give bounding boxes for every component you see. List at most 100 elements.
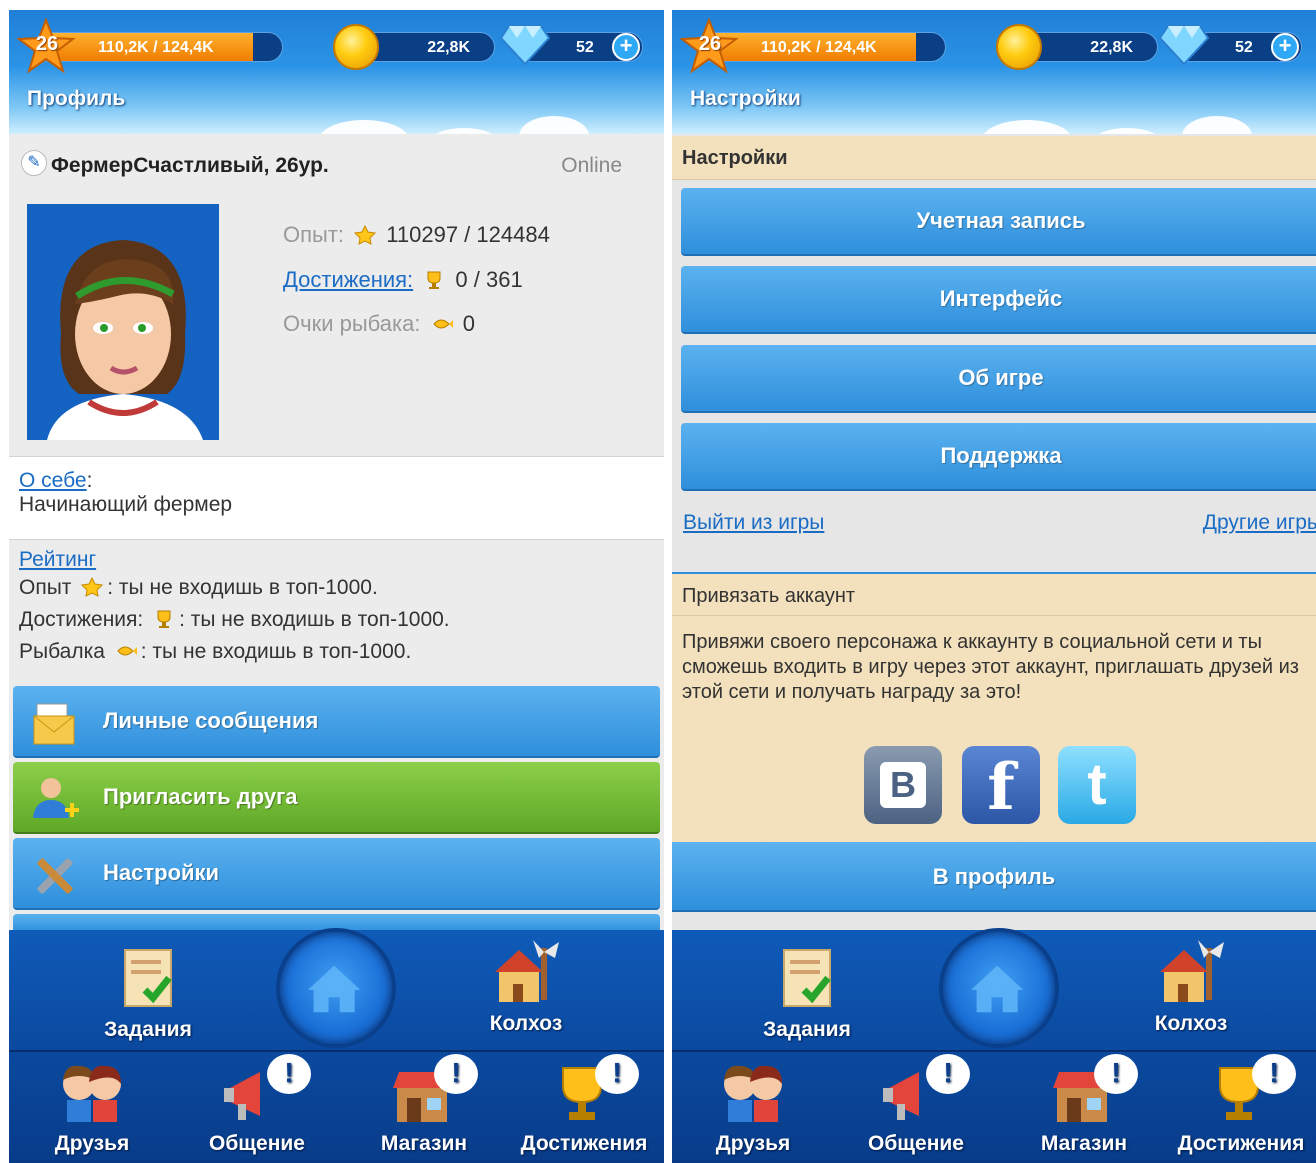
achievements-link[interactable]: Достижения: bbox=[283, 267, 413, 292]
nav-shop-label: Магазин bbox=[1040, 1132, 1128, 1155]
gems-value: 52 bbox=[576, 39, 594, 56]
nav-tasks[interactable]: Задания bbox=[752, 944, 862, 1042]
nav-divider bbox=[9, 1050, 664, 1052]
home-button[interactable] bbox=[276, 928, 396, 1048]
rating-name: Достижения: bbox=[19, 608, 144, 631]
support-button[interactable]: Поддержка bbox=[681, 423, 1316, 491]
pencil-icon[interactable]: ✎ bbox=[21, 150, 47, 176]
nav-chat[interactable]: ! Общение bbox=[197, 1054, 317, 1156]
rating-name: Опыт bbox=[19, 576, 72, 599]
nav-friends[interactable]: Друзья bbox=[37, 1058, 147, 1156]
level-number: 26 bbox=[698, 33, 722, 55]
xp-text: 110,2K / 124,4K bbox=[98, 39, 214, 56]
about-link[interactable]: О себе bbox=[19, 469, 87, 492]
nav-achievements[interactable]: ! Достижения bbox=[509, 1054, 659, 1156]
logout-link[interactable]: Выйти из игры bbox=[683, 511, 824, 535]
player-nickname: ФермерСчастливый, 26ур. bbox=[51, 154, 329, 177]
tasks-icon bbox=[783, 949, 831, 1007]
vk-icon: B bbox=[880, 762, 926, 808]
vk-button[interactable]: B bbox=[864, 746, 942, 824]
rating-section: Рейтинг Опыт : ты не входишь в топ-1000.… bbox=[19, 548, 450, 668]
friends-icon bbox=[63, 1065, 121, 1122]
home-button[interactable] bbox=[939, 928, 1059, 1048]
settings-label: Настройки bbox=[103, 860, 220, 885]
online-status: Online bbox=[561, 154, 622, 177]
achievements-value: 0 / 361 bbox=[455, 267, 523, 292]
alert-bubble: ! bbox=[1252, 1054, 1296, 1094]
nav-kolkhoz[interactable]: Колхоз bbox=[1136, 938, 1246, 1036]
level-number: 26 bbox=[35, 33, 59, 55]
top-resource-bar: 110,2K / 124,4K 26 22,8K 52 + Профиль bbox=[9, 10, 664, 134]
nav-achievements[interactable]: ! Достижения bbox=[1166, 1054, 1316, 1156]
about-text: Начинающий фермер bbox=[19, 493, 233, 516]
messages-label: Личные сообщения bbox=[103, 708, 319, 733]
cloud-decoration bbox=[1182, 116, 1252, 134]
coins-value: 22,8K bbox=[1090, 39, 1133, 56]
facebook-button[interactable]: f bbox=[962, 746, 1040, 825]
star-icon bbox=[354, 225, 377, 245]
nav-friends-label: Друзья bbox=[715, 1132, 791, 1155]
nav-chat[interactable]: ! Общение bbox=[856, 1054, 976, 1156]
nav-shop[interactable]: ! Магазин bbox=[1024, 1054, 1144, 1156]
farmhouse-icon bbox=[1160, 940, 1224, 1002]
nav-chat-label: Общение bbox=[209, 1132, 305, 1155]
rating-row: Рыбалка : ты не входишь в топ-1000. bbox=[19, 636, 450, 668]
experience-stat: Опыт: 110297 / 124484 bbox=[283, 222, 550, 248]
nav-friends[interactable]: Друзья bbox=[698, 1058, 808, 1156]
avatar[interactable] bbox=[27, 204, 219, 440]
twitter-icon: t bbox=[1087, 752, 1107, 817]
trophy-icon bbox=[427, 271, 441, 289]
rating-link[interactable]: Рейтинг bbox=[19, 548, 96, 571]
alert-bubble: ! bbox=[1094, 1054, 1138, 1094]
invite-friend-button[interactable]: Пригласить друга bbox=[13, 762, 660, 834]
interface-button[interactable]: Интерфейс bbox=[681, 266, 1316, 334]
farmer-avatar-icon bbox=[27, 204, 219, 440]
rating-name: Рыбалка bbox=[19, 640, 105, 663]
nav-tasks-label: Задания bbox=[104, 1018, 192, 1041]
experience-label: Опыт: bbox=[283, 222, 345, 247]
about-section: О себе: Начинающий фермер bbox=[9, 456, 664, 540]
tasks-icon bbox=[124, 949, 172, 1007]
nav-shop[interactable]: ! Магазин bbox=[364, 1054, 484, 1156]
trophy-icon bbox=[157, 610, 171, 628]
coin-icon bbox=[333, 24, 379, 70]
twitter-button[interactable]: t bbox=[1058, 746, 1136, 824]
nav-kolkhoz-label: Колхоз bbox=[489, 1012, 563, 1035]
account-button[interactable]: Учетная запись bbox=[681, 188, 1316, 256]
alert-bubble: ! bbox=[595, 1054, 639, 1094]
buy-gems-button[interactable]: + bbox=[1271, 33, 1299, 61]
alert-bubble: ! bbox=[267, 1054, 311, 1094]
cloud-decoration bbox=[519, 116, 589, 134]
achievements-stat: Достижения: 0 / 361 bbox=[283, 267, 523, 293]
fisher-label: Очки рыбака: bbox=[283, 311, 421, 336]
home-icon bbox=[971, 965, 1024, 1013]
nav-tasks-label: Задания bbox=[763, 1018, 851, 1041]
top-resource-bar: 110,2K / 124,4K 26 22,8K 52 + Настройки bbox=[672, 10, 1316, 134]
nav-tasks[interactable]: Задания bbox=[93, 944, 203, 1042]
friends-icon bbox=[724, 1065, 782, 1122]
bind-account-text: Привяжи своего персонажа к аккаунту в со… bbox=[682, 631, 1299, 703]
rating-row: Опыт : ты не входишь в топ-1000. bbox=[19, 572, 450, 604]
cloud-decoration bbox=[982, 120, 1072, 134]
bind-account-title: Привязать аккаунт bbox=[672, 572, 1316, 616]
fisher-value: 0 bbox=[462, 311, 475, 336]
page-title: Настройки bbox=[690, 87, 801, 110]
about-game-button[interactable]: Об игре bbox=[681, 345, 1316, 413]
other-games-link[interactable]: Другие игры bbox=[1203, 511, 1316, 535]
nav-chat-label: Общение bbox=[868, 1132, 964, 1155]
settings-section-title: Настройки bbox=[672, 136, 1316, 180]
alert-bubble: ! bbox=[926, 1054, 970, 1094]
buy-gems-button[interactable]: + bbox=[612, 33, 640, 61]
fish-icon bbox=[432, 319, 453, 329]
nav-kolkhoz[interactable]: Колхоз bbox=[471, 938, 581, 1036]
nav-shop-label: Магазин bbox=[380, 1132, 468, 1155]
invite-friend-label: Пригласить друга bbox=[103, 784, 298, 809]
settings-button[interactable]: Настройки bbox=[13, 838, 660, 910]
nav-achievements-label: Достижения bbox=[520, 1132, 648, 1155]
messages-button[interactable]: Личные сообщения bbox=[13, 686, 660, 758]
cloud-decoration bbox=[319, 120, 409, 134]
to-profile-button[interactable]: В профиль bbox=[672, 842, 1316, 912]
gems-value: 52 bbox=[1235, 39, 1253, 56]
coins-value: 22,8K bbox=[427, 39, 470, 56]
nav-achievements-label: Достижения bbox=[1177, 1132, 1305, 1155]
